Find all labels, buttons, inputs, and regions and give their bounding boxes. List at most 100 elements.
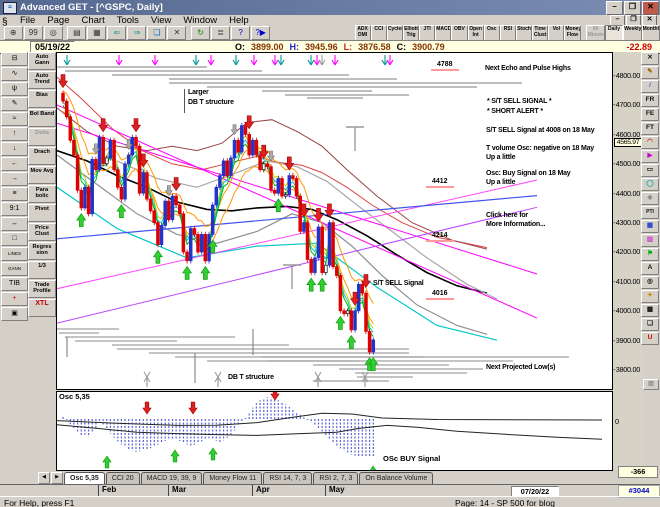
close-button[interactable]: ✕: [642, 0, 659, 15]
zoom-tool-icon[interactable]: ◎: [641, 276, 659, 289]
pointer-close-icon[interactable]: ✕: [641, 52, 659, 65]
timeframe-button-monthly[interactable]: Monthly: [641, 25, 660, 41]
menu-help[interactable]: Help: [223, 15, 255, 26]
menu-window[interactable]: Window: [177, 15, 223, 26]
tib-tool-icon[interactable]: TIB: [1, 277, 28, 291]
menu-file[interactable]: File: [14, 15, 41, 26]
indicator-button-money-flow[interactable]: Money Flow: [564, 25, 581, 41]
timeframe-button--minute[interactable]: 60 Minute: [586, 25, 605, 41]
study-editor-icon[interactable]: ✎: [1, 97, 28, 111]
indicator-button-cycles[interactable]: Cycles: [386, 25, 403, 41]
tab-money-flow-11[interactable]: Money Flow 11: [203, 472, 263, 484]
brush-icon[interactable]: ✦: [641, 290, 659, 303]
ratio-icon[interactable]: 9:1: [1, 202, 28, 216]
wave-345-icon[interactable]: ∿: [1, 67, 28, 81]
price-chart-panel[interactable]: Larger DB T structure Next Echo and Puls…: [56, 52, 613, 390]
indicator-button-vol[interactable]: Vol: [548, 25, 565, 41]
save-page-icon[interactable]: ▦: [87, 26, 107, 40]
scroll-up-icon[interactable]: ↑: [1, 127, 28, 141]
tab-on-balance-volume[interactable]: On Balance Volume: [359, 472, 434, 484]
lines-tool-icon[interactable]: LINES: [1, 247, 28, 261]
search-icon[interactable]: ◎: [43, 26, 63, 40]
indicator-button-macd[interactable]: MACD: [435, 25, 452, 41]
fib-extension-icon[interactable]: FE: [641, 108, 659, 121]
study-button-drach[interactable]: Drach: [28, 147, 56, 165]
menu-chart[interactable]: Chart: [76, 15, 111, 26]
tab-osc-5-35[interactable]: Osc 5,35: [64, 472, 105, 484]
tab-macd-19-39-9[interactable]: MACD 19, 39, 9: [140, 472, 203, 484]
tab-scroll-right[interactable]: ▶: [51, 472, 63, 484]
forward-icon[interactable]: ⇒: [127, 26, 147, 40]
undo-icon[interactable]: U: [641, 332, 659, 345]
study-button-bol-band[interactable]: Bol Band: [28, 109, 56, 127]
pti-icon[interactable]: PTI: [641, 206, 659, 219]
pitchfork-icon[interactable]: ψ: [1, 82, 28, 96]
study-button-para-bolic[interactable]: Para bolic: [28, 185, 56, 203]
refresh-icon[interactable]: ↻: [191, 26, 211, 40]
tab-cci-20[interactable]: CCI 20: [105, 472, 140, 484]
maximize-button[interactable]: ❐: [624, 0, 641, 15]
study-button-mov-avg[interactable]: Mov Avg: [28, 166, 56, 184]
indicator-button-stoch[interactable]: Stoch: [515, 25, 533, 41]
scroll-right-icon[interactable]: →: [1, 172, 28, 186]
timeframe-button-daily[interactable]: Daily: [604, 25, 624, 41]
menu-page[interactable]: Page: [41, 15, 75, 26]
annotation-more-info[interactable]: More Information...: [486, 221, 545, 228]
axis-grip-icon[interactable]: ▨: [643, 379, 659, 390]
text-tool-icon[interactable]: A: [641, 262, 659, 275]
minimize-button[interactable]: –: [606, 0, 623, 15]
study-button-pivot[interactable]: Pivot: [28, 204, 56, 222]
ellipse-icon[interactable]: ◠: [641, 136, 659, 149]
indicator-button-open-int[interactable]: Open Int: [467, 25, 484, 41]
indicator-button-rsi[interactable]: RSI: [499, 25, 516, 41]
copy-tool-icon[interactable]: ❏: [641, 318, 659, 331]
snap-grid-icon[interactable]: ▩: [641, 304, 659, 317]
scroll-left-icon[interactable]: ←: [1, 157, 28, 171]
quote-page-icon[interactable]: 99: [23, 26, 43, 40]
crosshair-icon[interactable]: +: [1, 292, 28, 306]
properties-icon[interactable]: ▣: [1, 307, 28, 321]
indicator-button-elliott-trig[interactable]: Elliott Trig: [402, 25, 420, 41]
timeframe-button-weekly[interactable]: Weekly: [623, 25, 642, 41]
new-page-icon[interactable]: ▤: [67, 26, 87, 40]
study-button-auto-trend[interactable]: Auto Trend: [28, 71, 56, 89]
study-button-delta[interactable]: Delta: [28, 128, 56, 146]
copy-page-icon[interactable]: ❏: [147, 26, 167, 40]
context-help-icon[interactable]: ?▶: [251, 26, 271, 40]
study-button-bias[interactable]: Bias: [28, 90, 56, 108]
arrow-marker-icon[interactable]: ▶: [641, 150, 659, 163]
study-button-xtl[interactable]: XTL: [28, 299, 56, 317]
study-button-auto-gann[interactable]: Auto Gann: [28, 52, 56, 70]
study-button-1-3[interactable]: 1/3: [28, 261, 56, 279]
fib-retracement-icon[interactable]: FR: [641, 94, 659, 107]
indicator-button-cci[interactable]: CCI: [370, 25, 387, 41]
flag-icon[interactable]: ⚑: [641, 248, 659, 261]
annotation-click-here[interactable]: Click here for: [486, 212, 528, 219]
spacing-icon[interactable]: ↔: [1, 217, 28, 231]
print-icon[interactable]: ≣: [211, 26, 231, 40]
box-select-icon[interactable]: □: [1, 232, 28, 246]
pencil-icon[interactable]: ✎: [641, 66, 659, 79]
gann-tool-icon[interactable]: GANN: [1, 262, 28, 276]
open-chart-icon[interactable]: ⊟: [1, 52, 28, 66]
scroll-down-icon[interactable]: ↓: [1, 142, 28, 156]
compress-icon[interactable]: ≡: [1, 187, 28, 201]
make-or-break-icon[interactable]: ▨: [641, 234, 659, 247]
study-button-price-clust[interactable]: Price Clust: [28, 223, 56, 241]
tab-rsi-14-7-3[interactable]: RSI 14, 7, 3: [263, 472, 313, 484]
tab-rsi-2-7-3[interactable]: RSI 2, 7, 3: [313, 472, 359, 484]
menu-tools[interactable]: Tools: [111, 15, 145, 26]
grid-table-icon[interactable]: ▦: [641, 220, 659, 233]
indicator-button-osc[interactable]: Osc: [483, 25, 500, 41]
delete-icon[interactable]: ✕: [167, 26, 187, 40]
help-icon[interactable]: ?: [231, 26, 251, 40]
fib-time-icon[interactable]: FT: [641, 122, 659, 135]
expansion-icon[interactable]: ◈: [641, 192, 659, 205]
study-button-regres-sion[interactable]: Regres sion: [28, 242, 56, 260]
back-icon[interactable]: ⇐: [107, 26, 127, 40]
rectangle-icon[interactable]: ▭: [641, 164, 659, 177]
oscillator-chart[interactable]: [57, 392, 612, 470]
indicator-button-adx-dmi[interactable]: ADX DMI: [354, 25, 371, 41]
indicator-button-time-clust[interactable]: Time Clust: [532, 25, 549, 41]
tab-scroll-left[interactable]: ◀: [38, 472, 50, 484]
